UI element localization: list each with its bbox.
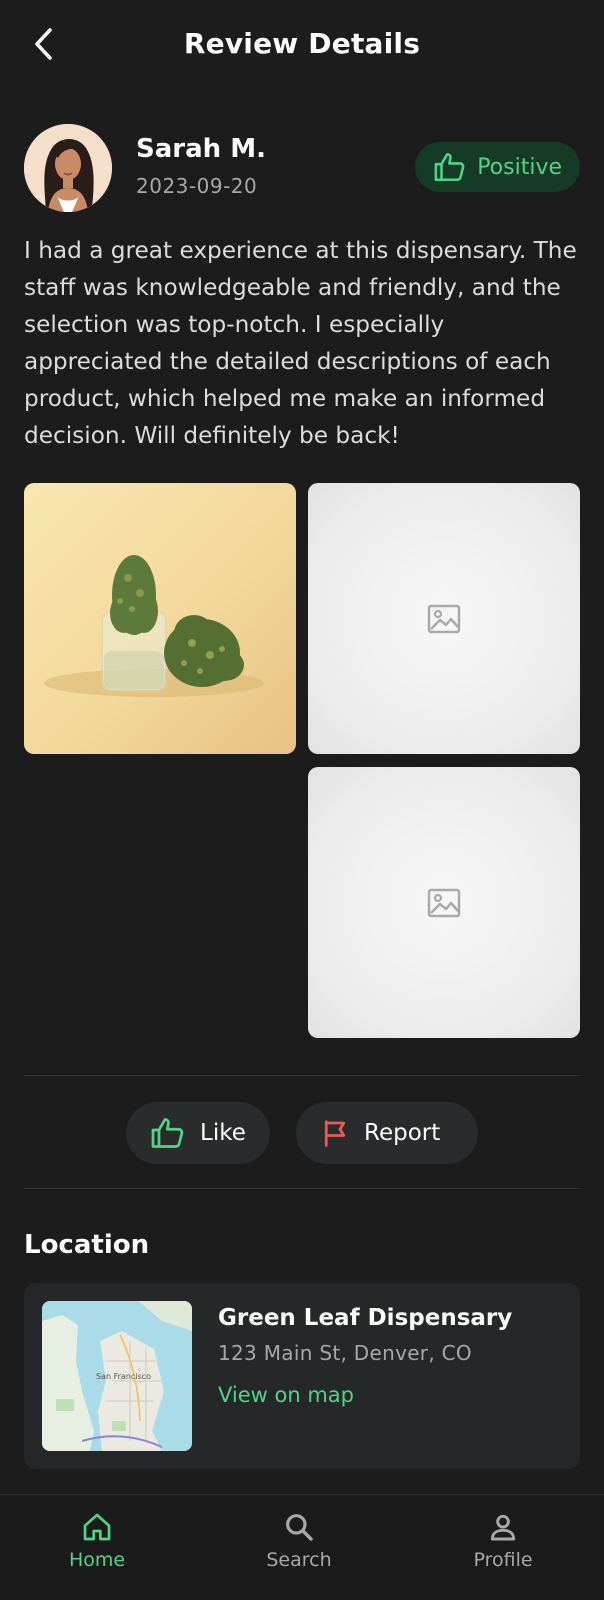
view-on-map-link[interactable]: View on map <box>218 1383 354 1407</box>
search-icon <box>286 1514 313 1541</box>
divider <box>24 1188 580 1189</box>
bottom-nav: Home Search Profile <box>0 1494 604 1600</box>
nav-label-home: Home <box>68 1549 126 1571</box>
avatar[interactable] <box>24 124 112 212</box>
flag-icon <box>324 1120 346 1147</box>
like-button[interactable]: Like <box>126 1102 270 1164</box>
location-heading: Location <box>24 1230 150 1260</box>
home-icon <box>83 1513 111 1541</box>
dispensary-name: Green Leaf Dispensary <box>218 1305 513 1331</box>
report-label: Report <box>364 1120 441 1146</box>
divider <box>24 1075 580 1076</box>
report-button[interactable]: Report <box>296 1102 478 1164</box>
dispensary-address: 123 Main St, Denver, CO <box>218 1341 472 1365</box>
nav-item-profile[interactable]: Profile <box>443 1511 563 1571</box>
nav-item-home[interactable]: Home <box>37 1511 157 1571</box>
review-photo-placeholder[interactable] <box>308 767 580 1038</box>
like-label: Like <box>200 1120 246 1146</box>
image-icon <box>427 604 461 633</box>
reviewer-name: Sarah M. <box>136 134 266 164</box>
app-header: Review Details <box>0 0 604 92</box>
sentiment-label: Positive <box>477 154 562 180</box>
image-icon <box>427 888 461 917</box>
review-photo[interactable] <box>24 483 296 754</box>
user-icon <box>490 1514 516 1541</box>
review-date: 2023-09-20 <box>136 174 258 198</box>
review-text: I had a great experience at this dispens… <box>24 237 577 449</box>
thumbs-up-icon <box>151 1118 184 1148</box>
location-card[interactable]: San Francisco Green Leaf Dispensary 123 … <box>24 1283 580 1469</box>
nav-item-search[interactable]: Search <box>239 1511 359 1571</box>
map-thumbnail[interactable]: San Francisco <box>42 1301 192 1451</box>
nav-label-search: Search <box>266 1549 332 1571</box>
page-title: Review Details <box>183 27 421 60</box>
map-city-label: San Francisco <box>96 1372 151 1381</box>
cannabis-jar-photo <box>44 555 264 697</box>
nav-label-profile: Profile <box>473 1549 533 1571</box>
map-image: San Francisco <box>42 1301 192 1451</box>
reviewer-portrait <box>24 124 112 212</box>
thumbs-up-icon <box>434 152 465 182</box>
sentiment-badge: Positive <box>415 142 580 192</box>
reviewer-info: Sarah M. 2023-09-20 Positive <box>24 124 580 212</box>
review-photo-placeholder[interactable] <box>308 483 580 754</box>
